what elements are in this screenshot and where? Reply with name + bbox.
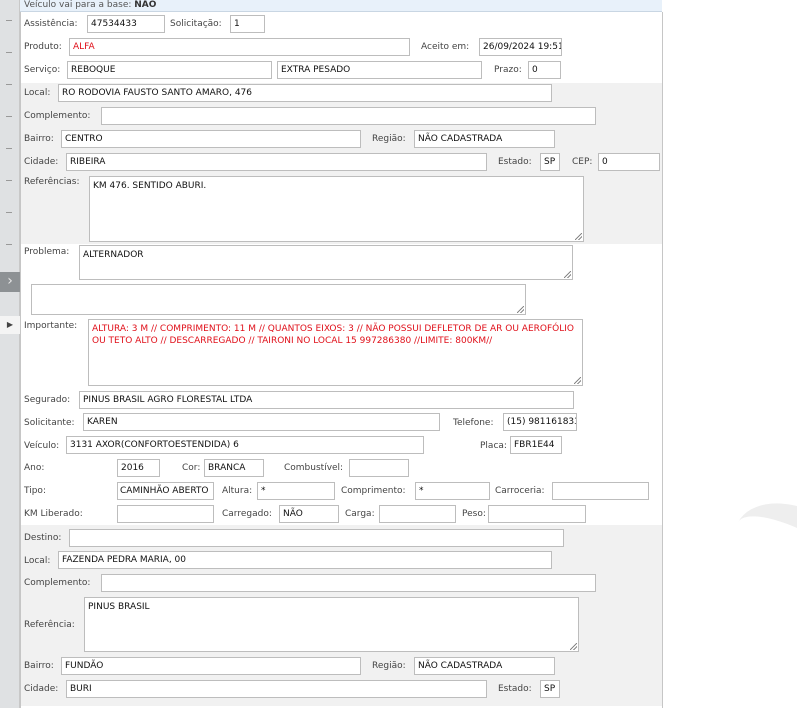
- bairro-label: Bairro:: [24, 134, 54, 144]
- destino-referencia-label: Referência:: [24, 620, 75, 630]
- destino-cidade-input[interactable]: BURI: [66, 680, 487, 698]
- cidade-label: Cidade:: [24, 157, 59, 167]
- destino-referencia-textarea[interactable]: PINUS BRASIL: [84, 597, 579, 652]
- ano-input[interactable]: 2016: [117, 459, 160, 477]
- carroceria-label: Carroceria:: [495, 486, 545, 496]
- solicitacao-input[interactable]: 1: [230, 15, 265, 33]
- aceito-label: Aceito em:: [421, 42, 470, 52]
- cep-label: CEP:: [572, 157, 593, 167]
- destino-complemento-input[interactable]: [101, 574, 596, 592]
- tipo-label: Tipo:: [24, 486, 46, 496]
- destino-complemento-label: Complemento:: [24, 578, 91, 588]
- chevron-right-icon: ›: [7, 273, 13, 289]
- destino-estado-input[interactable]: SP: [540, 680, 560, 698]
- altura-input[interactable]: *: [257, 482, 335, 500]
- destino-input[interactable]: [69, 529, 564, 547]
- regiao-label: Região:: [372, 134, 406, 144]
- bairro-input[interactable]: CENTRO: [61, 130, 361, 148]
- referencias-label: Referências:: [24, 177, 80, 187]
- background-swoosh: [717, 482, 797, 628]
- destino-cidade-label: Cidade:: [24, 684, 59, 694]
- carregado-label: Carregado:: [222, 509, 272, 519]
- problema-label: Problema:: [24, 247, 70, 257]
- ano-label: Ano:: [24, 463, 45, 473]
- telefone-label: Telefone:: [453, 418, 494, 428]
- combustivel-input[interactable]: [349, 459, 409, 477]
- destino-regiao-label: Região:: [372, 661, 406, 671]
- importante-textarea[interactable]: ALTURA: 3 M // COMPRIMENTO: 11 M // QUAN…: [88, 319, 583, 386]
- complemento-input[interactable]: [101, 107, 596, 125]
- segurado-input[interactable]: PINUS BRASIL AGRO FLORESTAL LTDA: [79, 391, 574, 409]
- placa-input[interactable]: FBR1E44: [510, 436, 562, 454]
- veiculo-input[interactable]: 3131 AXOR(CONFORTOESTENDIDA) 6: [66, 436, 424, 454]
- row-selector[interactable]: ▶: [0, 316, 20, 334]
- local-input[interactable]: RO RODOVIA FAUSTO SANTO AMARO, 476: [58, 84, 552, 102]
- peso-label: Peso:: [462, 509, 486, 519]
- peso-input[interactable]: [488, 505, 586, 523]
- destino-label: Destino:: [24, 533, 62, 543]
- destino-estado-label: Estado:: [498, 684, 532, 694]
- km-input[interactable]: [117, 505, 214, 523]
- assistencia-label: Assistência:: [24, 19, 78, 29]
- cor-input[interactable]: BRANCA: [204, 459, 264, 477]
- local-label: Local:: [24, 88, 51, 98]
- destino-regiao-input[interactable]: NÃO CADASTRADA: [414, 657, 555, 675]
- cidade-input[interactable]: RIBEIRA: [66, 153, 487, 171]
- cor-label: Cor:: [182, 463, 201, 473]
- telefone-input[interactable]: (15) 981161833: [503, 413, 577, 431]
- cep-input[interactable]: 0: [598, 153, 660, 171]
- tipo-input[interactable]: CAMINHÃO ABERTO: [117, 482, 214, 500]
- aceito-input[interactable]: 26/09/2024 19:51: [479, 38, 562, 56]
- veiculo-label: Veículo:: [24, 441, 60, 451]
- carroceria-input[interactable]: [552, 482, 649, 500]
- regiao-input[interactable]: NÃO CADASTRADA: [414, 130, 555, 148]
- servico-label: Serviço:: [24, 65, 61, 75]
- destino-local-input[interactable]: FAZENDA PEDRA MARIA, 00: [58, 551, 552, 569]
- banner-label: Veículo vai para a base:: [24, 0, 132, 10]
- estado-input[interactable]: SP: [540, 153, 560, 171]
- prazo-label: Prazo:: [494, 65, 522, 75]
- produto-label: Produto:: [24, 42, 62, 52]
- problema-extra-textarea[interactable]: [31, 284, 526, 315]
- solicitacao-label: Solicitação:: [170, 19, 222, 29]
- placa-label: Placa:: [480, 441, 507, 451]
- solicitante-label: Solicitante:: [24, 418, 75, 428]
- referencias-textarea[interactable]: KM 476. SENTIDO ABURI.: [89, 176, 584, 242]
- produto-input[interactable]: ALFA: [69, 38, 410, 56]
- carga-label: Carga:: [345, 509, 375, 519]
- km-label: KM Liberado:: [24, 509, 83, 519]
- destino-local-label: Local:: [24, 556, 51, 566]
- problema-textarea[interactable]: ALTERNADOR: [79, 245, 573, 280]
- solicitante-input[interactable]: KAREN: [83, 413, 440, 431]
- servico-type-input[interactable]: EXTRA PESADO: [277, 61, 482, 79]
- base-banner: Veículo vai para a base: NÃO: [20, 0, 662, 12]
- altura-label: Altura:: [222, 486, 253, 496]
- complemento-label: Complemento:: [24, 111, 91, 121]
- prazo-input[interactable]: 0: [528, 61, 561, 79]
- servico-input[interactable]: REBOQUE: [67, 61, 272, 79]
- comprimento-input[interactable]: *: [415, 482, 490, 500]
- destino-bairro-input[interactable]: FUNDÃO: [61, 657, 361, 675]
- banner-value: NÃO: [134, 0, 157, 10]
- segurado-label: Segurado:: [24, 395, 71, 405]
- expand-sidebar-button[interactable]: ›: [0, 272, 20, 292]
- estado-label: Estado:: [498, 157, 532, 167]
- importante-label: Importante:: [24, 321, 78, 331]
- assistencia-input[interactable]: 47534433: [87, 15, 165, 33]
- comprimento-label: Comprimento:: [341, 486, 406, 496]
- carregado-input[interactable]: NÃO: [279, 505, 339, 523]
- destino-bairro-label: Bairro:: [24, 661, 54, 671]
- carga-input[interactable]: [379, 505, 456, 523]
- triangle-right-icon: ▶: [6, 320, 14, 329]
- combustivel-label: Combustível:: [284, 463, 344, 473]
- left-sidebar: [0, 0, 20, 708]
